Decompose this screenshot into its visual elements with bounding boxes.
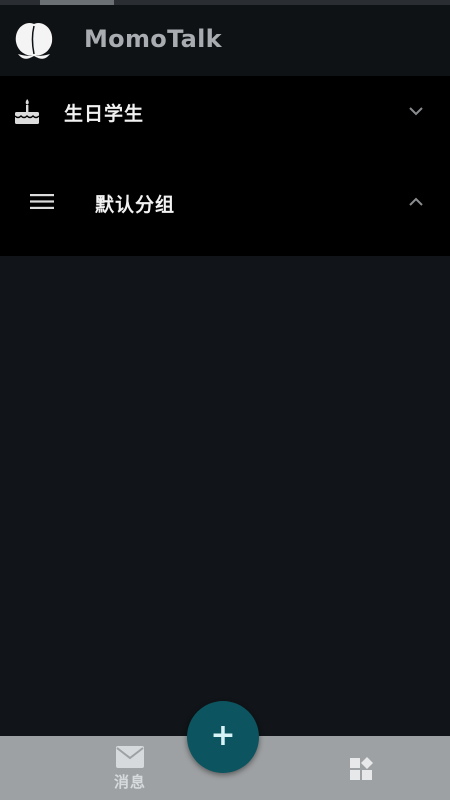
app-title: MomoTalk <box>84 25 222 53</box>
peach-icon <box>15 22 53 59</box>
group-label-default: 默认分组 <box>95 194 176 216</box>
plus-icon: + <box>210 718 236 753</box>
mail-icon <box>116 746 144 768</box>
group-row-birthday[interactable]: 生日学生 <box>0 76 450 146</box>
nav-messages-tab[interactable]: 消息 <box>100 746 160 800</box>
group-row-default[interactable]: 默认分组 <box>0 167 450 237</box>
chevron-down-icon[interactable] <box>406 101 426 121</box>
cake-icon <box>14 99 40 124</box>
group-label-birthday: 生日学生 <box>64 103 145 125</box>
app-header: MomoTalk <box>0 5 450 76</box>
chevron-up-icon[interactable] <box>406 192 426 212</box>
menu-icon <box>30 194 54 209</box>
widgets-icon[interactable] <box>348 755 376 783</box>
add-chat-button[interactable]: + <box>187 701 259 773</box>
group-list: 生日学生 默认分组 <box>0 76 450 256</box>
app-screen: MomoTalk 生日学生 默认分组 消息 + <box>0 0 450 800</box>
nav-messages-label: 消息 <box>113 773 146 791</box>
